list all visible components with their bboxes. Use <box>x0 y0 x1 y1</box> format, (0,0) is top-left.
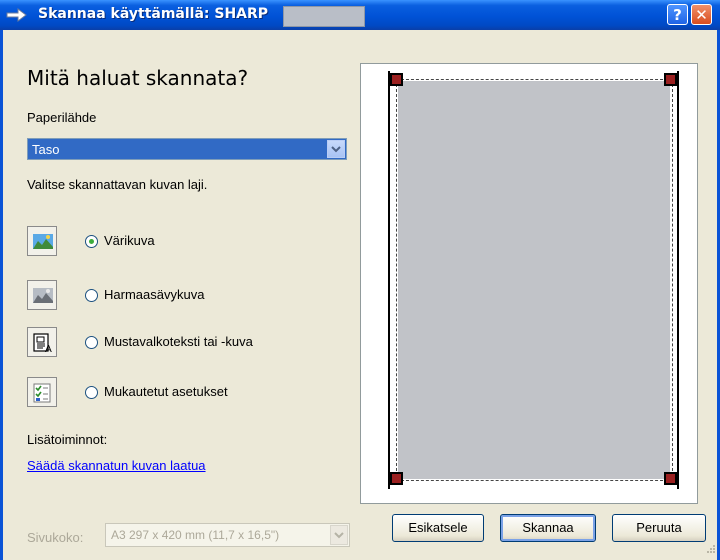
scan-button[interactable]: Skannaa <box>500 514 596 542</box>
window-border-left <box>0 30 3 560</box>
black-white-text-radio[interactable] <box>85 336 98 349</box>
page-size-value: A3 297 x 420 mm (11,7 x 16,5") <box>111 528 280 542</box>
chevron-down-icon[interactable] <box>327 140 345 158</box>
extra-functions-label: Lisätoiminnot: <box>27 432 108 447</box>
custom-settings-label[interactable]: Mukautetut asetukset <box>104 384 228 399</box>
custom-settings-radio[interactable] <box>85 386 98 399</box>
grayscale-picture-button[interactable] <box>27 280 57 310</box>
color-picture-button[interactable] <box>27 226 57 256</box>
preview-button[interactable]: Esikatsele <box>392 514 484 542</box>
crop-handle-top-right[interactable] <box>664 73 677 86</box>
chevron-down-icon[interactable] <box>330 525 348 545</box>
custom-settings-button[interactable] <box>27 377 57 407</box>
black-white-text-button[interactable]: A <box>27 327 57 357</box>
resize-grip-icon[interactable] <box>705 542 715 556</box>
color-picture-label[interactable]: Värikuva <box>104 233 155 248</box>
window-title: Skannaa käyttämällä: SHARP <box>38 6 269 22</box>
crop-selection[interactable] <box>396 79 673 481</box>
crop-handle-bottom-left[interactable] <box>390 472 403 485</box>
grayscale-picture-label[interactable]: Harmaasävykuva <box>104 287 204 302</box>
help-button[interactable]: ? <box>667 4 688 25</box>
crop-handle-top-left[interactable] <box>390 73 403 86</box>
svg-text:A: A <box>45 344 52 353</box>
grayscale-picture-radio[interactable] <box>85 289 98 302</box>
paper-source-value: Taso <box>32 142 60 157</box>
picture-type-label: Valitse skannattavan kuvan laji. <box>27 177 208 192</box>
scanner-arrow-icon <box>6 7 28 23</box>
color-picture-radio[interactable] <box>85 235 98 248</box>
close-button[interactable]: ✕ <box>691 4 712 25</box>
black-white-text-label[interactable]: Mustavalkoteksti tai -kuva <box>104 334 253 349</box>
title-bar[interactable]: Skannaa käyttämällä: SHARP ? ✕ <box>0 0 720 30</box>
cancel-button[interactable]: Peruuta <box>612 514 706 542</box>
paper-source-label: Paperilähde <box>27 110 97 125</box>
page-size-select[interactable]: A3 297 x 420 mm (11,7 x 16,5") <box>105 523 350 547</box>
page-title: Mitä haluat skannata? <box>27 66 249 90</box>
scan-dialog: Skannaa käyttämällä: SHARP ? ✕ Mitä halu… <box>0 0 720 560</box>
adjust-quality-link[interactable]: Säädä skannatun kuvan laatua <box>27 458 206 473</box>
page-size-label: Sivukoko: <box>27 530 84 545</box>
paper-source-select[interactable]: Taso <box>27 138 347 160</box>
crop-handle-bottom-right[interactable] <box>664 472 677 485</box>
radio-selected-dot <box>89 239 94 244</box>
redacted-device-name <box>283 6 365 27</box>
